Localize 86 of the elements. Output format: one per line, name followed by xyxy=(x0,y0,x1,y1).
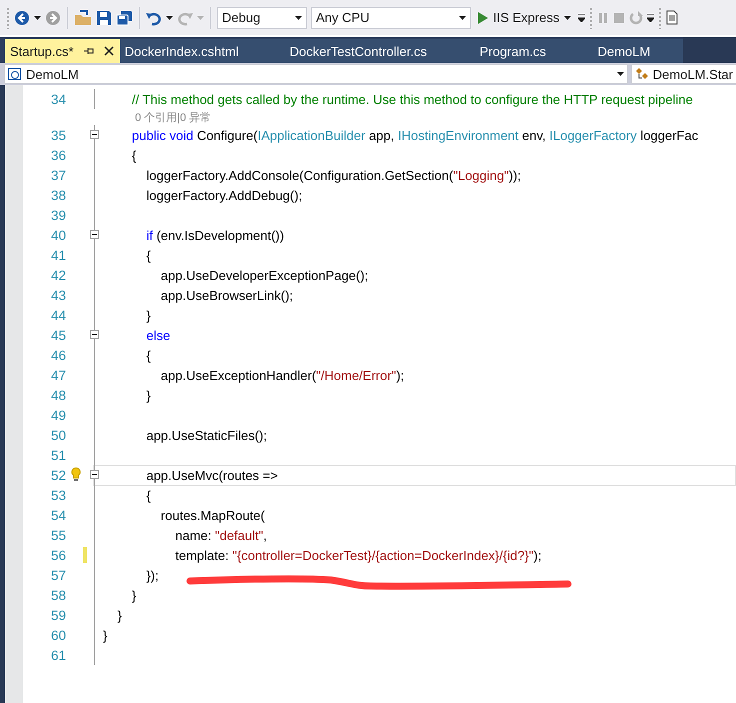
line-number: 52 xyxy=(50,468,66,482)
file-tab[interactable]: DockerIndex.cshtml xyxy=(120,39,285,63)
class-icon xyxy=(634,67,649,81)
code-line: public void Configure(IApplicationBuilder app, IHostingEnvironment env, ILoggerFactory loggerFac xyxy=(130,128,698,142)
code-line: app.UseExceptionHandler("/Home/Error"); xyxy=(160,368,404,382)
codelens-text[interactable]: 0 个引用|0 异常 xyxy=(135,110,212,124)
code-line: // This method gets called by the runtime. Use this method to configure the HTTP request pipeline xyxy=(130,92,693,106)
file-tab[interactable]: Program.cs xyxy=(474,39,593,63)
dropdown-caret-icon[interactable] xyxy=(564,16,572,20)
code-line: } xyxy=(145,388,151,402)
code-line: }); xyxy=(145,568,159,582)
line-number: 57 xyxy=(50,568,66,582)
line-number: 42 xyxy=(50,268,66,282)
file-tab[interactable]: DemoLM xyxy=(592,39,683,63)
line-number: 36 xyxy=(50,148,66,162)
lightbulb-icon[interactable] xyxy=(71,467,81,482)
collapse-icon[interactable] xyxy=(90,130,99,139)
line-number: 53 xyxy=(50,488,66,502)
line-number: 41 xyxy=(50,248,66,262)
line-number: 46 xyxy=(50,348,66,362)
line-number: 43 xyxy=(50,288,66,302)
code-line: { xyxy=(145,248,151,262)
code-line: routes.MapRoute( xyxy=(160,508,265,522)
dropdown-caret-icon[interactable] xyxy=(459,16,466,20)
code-line: } xyxy=(116,608,122,622)
line-number: 60 xyxy=(50,628,66,642)
restart-icon[interactable] xyxy=(629,10,644,24)
code-line: template: "{controller=DockerTest}/{action=DockerIndex}/{id?}"); xyxy=(174,548,542,562)
line-number: 47 xyxy=(50,368,66,382)
play-icon xyxy=(478,12,488,24)
collapse-icon[interactable] xyxy=(90,230,99,239)
code-line: } xyxy=(145,308,151,322)
overflow-icon[interactable] xyxy=(647,14,654,22)
code-line: app.UseDeveloperExceptionPage(); xyxy=(160,268,368,282)
file-tab[interactable]: Startup.cs* xyxy=(5,39,120,63)
document-icon[interactable] xyxy=(666,10,678,25)
code-line: app.UseMvc(routes => xyxy=(145,468,278,482)
code-line: loggerFactory.AddConsole(Configuration.GetSection("Logging")); xyxy=(145,168,521,182)
line-number: 35 xyxy=(50,128,66,142)
code-line: loggerFactory.AddDebug(); xyxy=(145,188,302,202)
code-line: } xyxy=(103,628,108,642)
code-line: { xyxy=(145,488,151,502)
line-number: 50 xyxy=(50,428,66,442)
code-line: app.UseStaticFiles(); xyxy=(145,428,267,442)
dropdown-caret-icon[interactable] xyxy=(616,72,624,76)
line-number: 56 xyxy=(50,548,66,562)
collapse-icon[interactable] xyxy=(90,330,99,339)
line-number: 61 xyxy=(50,648,66,662)
overflow-icon[interactable] xyxy=(578,14,586,22)
save-all-icon[interactable] xyxy=(116,10,133,26)
line-number: 54 xyxy=(50,508,66,522)
line-number: 39 xyxy=(50,208,66,222)
line-number: 55 xyxy=(50,528,66,542)
run-button[interactable]: IIS Express xyxy=(475,10,574,25)
line-number: 38 xyxy=(50,188,66,202)
file-tab[interactable]: DockerTestController.cs xyxy=(284,39,475,63)
line-number: 40 xyxy=(50,228,66,242)
line-number: 49 xyxy=(50,408,66,422)
collapse-icon[interactable] xyxy=(90,470,99,479)
line-number: 58 xyxy=(50,588,66,602)
line-number: 51 xyxy=(50,448,66,462)
line-number: 44 xyxy=(50,308,66,322)
dropdown-caret-icon[interactable] xyxy=(166,16,173,20)
code-line: app.UseBrowserLink(); xyxy=(160,288,294,302)
line-number: 48 xyxy=(50,388,66,402)
code-line: { xyxy=(145,348,151,362)
code-line: name: "default", xyxy=(174,528,267,542)
close-icon[interactable] xyxy=(104,46,114,56)
folder-icon[interactable] xyxy=(74,10,92,26)
configuration-dropdown[interactable]: Debug xyxy=(217,6,307,28)
line-number: 59 xyxy=(50,608,66,622)
back-icon[interactable] xyxy=(14,10,30,26)
save-icon[interactable] xyxy=(96,10,112,26)
project-dropdown[interactable]: DemoLM xyxy=(4,64,628,84)
platform-dropdown[interactable]: Any CPU xyxy=(311,6,471,28)
code-line: if (env.IsDevelopment()) xyxy=(145,228,284,242)
code-line: { xyxy=(130,148,136,162)
code-line: else xyxy=(145,328,170,342)
code-line: } xyxy=(130,588,136,602)
dropdown-caret-icon[interactable] xyxy=(295,16,302,20)
line-number: 37 xyxy=(50,168,66,182)
member-dropdown[interactable]: DemoLM.Star xyxy=(630,64,736,84)
pin-icon[interactable] xyxy=(84,46,94,56)
line-number: 45 xyxy=(50,328,66,342)
dropdown-caret-icon[interactable] xyxy=(34,16,41,20)
line-number: 34 xyxy=(50,92,66,106)
